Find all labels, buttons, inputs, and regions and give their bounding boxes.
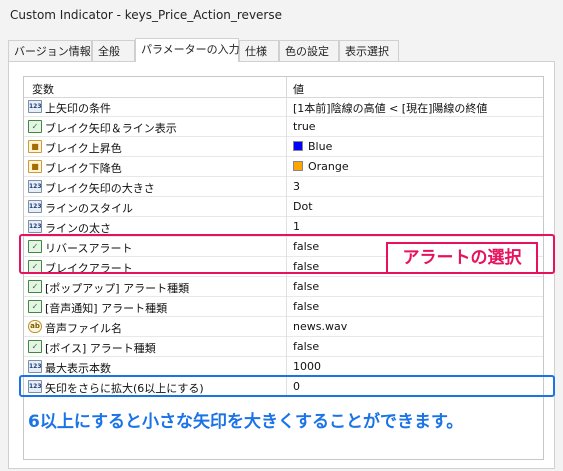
parameter-value[interactable]: 3: [293, 180, 300, 193]
parameter-value[interactable]: false: [293, 280, 319, 293]
parameter-value-text: Dot: [293, 200, 313, 213]
column-divider: [286, 137, 287, 157]
column-divider: [286, 117, 287, 137]
123-int-icon: 123: [28, 180, 42, 193]
parameter-value[interactable]: news.wav: [293, 320, 347, 333]
column-divider[interactable]: [286, 77, 287, 97]
123-int-icon: 123: [28, 360, 42, 373]
column-divider: [286, 97, 287, 117]
value-column-header[interactable]: 値: [293, 81, 304, 97]
parameter-name: [音声通知] アラート種類: [45, 302, 168, 315]
ab-string-icon: ab: [28, 320, 42, 333]
color-palette-icon: ■: [28, 160, 42, 173]
tab-color-settings[interactable]: 色の設定: [279, 40, 339, 61]
parameter-value[interactable]: 1: [293, 220, 300, 233]
parameter-name: ブレイク矢印＆ライン表示: [45, 122, 177, 135]
123-int-icon: 123: [28, 100, 42, 113]
column-divider: [286, 197, 287, 217]
parameter-value-text: false: [293, 300, 320, 313]
parameter-value-text: false: [293, 340, 320, 353]
parameter-value-text: 3: [293, 180, 300, 193]
table-row[interactable]: ab 音声ファイル名 news.wav: [24, 317, 543, 337]
123-int-icon: 123: [28, 220, 42, 233]
parameter-name: [ボイス] アラート種類: [45, 342, 156, 355]
tab-parameter-input[interactable]: パラメーターの入力: [135, 38, 240, 62]
table-row[interactable]: ■ ブレイク下降色 Orange: [24, 157, 543, 177]
tab-version-info[interactable]: バージョン情報: [8, 40, 92, 61]
color-swatch: [293, 141, 303, 151]
table-row[interactable]: ✓ [ポップアップ] アラート種類 false: [24, 277, 543, 297]
parameter-name: ブレイク矢印の大きさ: [45, 182, 155, 195]
variable-column-header[interactable]: 変数: [32, 81, 54, 97]
table-row[interactable]: ✓ [音声通知] アラート種類 false: [24, 297, 543, 317]
parameter-value[interactable]: false: [293, 340, 319, 353]
parameter-name: ブレイク下降色: [45, 162, 122, 175]
table-row[interactable]: ✓ ブレイク矢印＆ライン表示 true: [24, 117, 543, 137]
parameter-value[interactable]: false: [293, 300, 319, 313]
parameter-value[interactable]: Blue: [293, 140, 332, 153]
bool-toggle-icon: ✓: [28, 300, 42, 313]
parameter-value[interactable]: Orange: [293, 160, 349, 173]
parameter-name: 音声ファイル名: [45, 322, 122, 335]
bool-toggle-icon: ✓: [28, 280, 42, 293]
column-divider: [286, 337, 287, 357]
parameter-value-text: true: [293, 120, 316, 133]
table-row[interactable]: 123 最大表示本数 1000: [24, 357, 543, 377]
parameter-value-text: Orange: [308, 160, 349, 173]
parameter-value[interactable]: Dot: [293, 200, 313, 213]
column-divider: [286, 317, 287, 337]
tab-spec[interactable]: 仕様: [239, 40, 279, 61]
column-divider: [286, 177, 287, 197]
123-int-icon: 123: [28, 200, 42, 213]
table-row[interactable]: 123 ブレイク矢印の大きさ 3: [24, 177, 543, 197]
parameter-name: ラインのスタイル: [45, 202, 133, 215]
table-row[interactable]: 123 上矢印の条件 [1本前]陰線の高値 < [現在]陽線の終値: [24, 97, 543, 117]
tab-general[interactable]: 全般: [92, 40, 135, 61]
parameter-value-text: 1: [293, 220, 300, 233]
table-row[interactable]: ✓ [ボイス] アラート種類 false: [24, 337, 543, 357]
parameter-value-text: news.wav: [293, 320, 348, 333]
parameter-name: [ポップアップ] アラート種類: [45, 282, 190, 295]
grid-header: 変数 値: [24, 77, 543, 98]
parameter-value-text: false: [293, 280, 320, 293]
enlarge-caption: 6以上にすると小さな矢印を大きくすることができます。: [28, 412, 464, 432]
table-row[interactable]: 123 ラインのスタイル Dot: [24, 197, 543, 217]
parameter-value[interactable]: 1000: [293, 360, 321, 373]
parameter-value[interactable]: [1本前]陰線の高値 < [現在]陽線の終値: [293, 100, 487, 116]
column-divider: [286, 277, 287, 297]
parameter-name: 上矢印の条件: [45, 102, 111, 115]
column-divider: [286, 357, 287, 377]
color-palette-icon: ■: [28, 140, 42, 153]
color-swatch: [293, 161, 303, 171]
window-title: Custom Indicator - keys_Price_Action_rev…: [0, 0, 563, 34]
parameter-value[interactable]: true: [293, 120, 316, 133]
parameter-name: 最大表示本数: [45, 362, 111, 375]
table-row[interactable]: ■ ブレイク上昇色 Blue: [24, 137, 543, 157]
parameter-value-text: Blue: [308, 140, 333, 153]
enlarge-row-highlight: [19, 375, 555, 397]
alert-select-label: アラートの選択: [386, 242, 538, 274]
bool-toggle-icon: ✓: [28, 120, 42, 133]
parameter-name: ブレイク上昇色: [45, 142, 122, 155]
parameter-value-text: [1本前]陰線の高値 < [現在]陽線の終値: [293, 102, 488, 115]
bool-toggle-icon: ✓: [28, 340, 42, 353]
column-divider: [286, 157, 287, 177]
parameter-value-text: 1000: [293, 360, 321, 373]
tab-display-select[interactable]: 表示選択: [339, 40, 399, 61]
column-divider: [286, 297, 287, 317]
